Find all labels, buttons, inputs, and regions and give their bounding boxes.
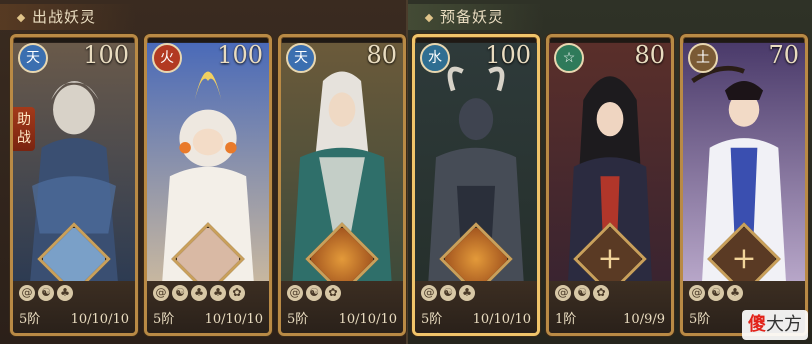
element-badge: 土 bbox=[688, 43, 718, 73]
swirl-icon: @ bbox=[421, 285, 437, 301]
card-footer: @ ☯ ✿ 5阶 10/10/10 bbox=[281, 281, 403, 333]
clover-icon: ♣ bbox=[191, 285, 207, 301]
trait-icons: @ ☯ ♣ ♣ ✿ bbox=[153, 285, 245, 303]
watermark: 傻大方 bbox=[742, 310, 808, 340]
tier-label: 5阶 bbox=[287, 312, 309, 327]
assist-tag: 助战 bbox=[13, 107, 35, 151]
yinyang-icon: ☯ bbox=[172, 285, 188, 301]
card-footer: @ ☯ ♣ 5阶 10/10/10 bbox=[13, 281, 135, 333]
clover-icon: ♣ bbox=[210, 285, 226, 301]
stats-label: 10/10/10 bbox=[204, 312, 263, 327]
power-value: 80 bbox=[366, 41, 397, 69]
element-badge: 水 bbox=[420, 43, 450, 73]
flower-icon: ✿ bbox=[325, 285, 341, 301]
trait-icons: @ ☯ ✿ bbox=[287, 285, 341, 303]
card-footer: @ ☯ ♣ 5阶 10/10/10 bbox=[415, 281, 537, 333]
element-badge: 天 bbox=[286, 43, 316, 73]
yinyang-icon: ☯ bbox=[38, 285, 54, 301]
swirl-icon: @ bbox=[19, 285, 35, 301]
spirit-card[interactable]: ☆ 80 + @ ☯ ✿ 1阶 10/9/9 bbox=[546, 34, 674, 336]
yinyang-icon: ☯ bbox=[440, 285, 456, 301]
element-badge: 天 bbox=[18, 43, 48, 73]
clover-icon: ♣ bbox=[57, 285, 73, 301]
power-value: 100 bbox=[83, 41, 129, 69]
spirit-card[interactable]: 天 80 @ ☯ ✿ 5阶 10/10/10 bbox=[278, 34, 406, 336]
yinyang-icon: ☯ bbox=[708, 285, 724, 301]
section-title-active: 出战妖灵 bbox=[0, 4, 137, 30]
stats-label: 10/10/10 bbox=[338, 312, 397, 327]
element-badge: 火 bbox=[152, 43, 182, 73]
trait-icons: @ ☯ ♣ bbox=[689, 285, 743, 303]
spirit-card[interactable]: 水 100 @ ☯ ♣ 5阶 10/10/10 bbox=[412, 34, 540, 336]
power-value: 80 bbox=[634, 41, 665, 69]
swirl-icon: @ bbox=[153, 285, 169, 301]
power-value: 70 bbox=[768, 41, 799, 69]
trait-icons: @ ☯ ♣ bbox=[19, 285, 73, 303]
card-footer: @ ☯ ♣ ♣ ✿ 5阶 10/10/10 bbox=[147, 281, 269, 333]
spirit-card[interactable]: 天 100 助战 @ ☯ ♣ 5阶 10/10/10 bbox=[10, 34, 138, 336]
power-value: 100 bbox=[485, 41, 531, 69]
trait-icons: @ ☯ ♣ bbox=[421, 285, 475, 303]
spirit-card[interactable]: 土 70 + @ ☯ ♣ 5阶 bbox=[680, 34, 808, 336]
card-footer: @ ☯ ✿ 1阶 10/9/9 bbox=[549, 281, 671, 333]
stats-label: 10/9/9 bbox=[623, 312, 665, 327]
tier-label: 5阶 bbox=[689, 312, 711, 327]
swirl-icon: @ bbox=[555, 285, 571, 301]
clover-icon: ♣ bbox=[727, 285, 743, 301]
stats-label: 10/10/10 bbox=[472, 312, 531, 327]
yinyang-icon: ☯ bbox=[306, 285, 322, 301]
spirit-card[interactable]: 火 100 @ ☯ ♣ ♣ ✿ 5阶 10/10/10 bbox=[144, 34, 272, 336]
tier-label: 5阶 bbox=[153, 312, 175, 327]
flower-icon: ✿ bbox=[229, 285, 245, 301]
swirl-icon: @ bbox=[287, 285, 303, 301]
power-value: 100 bbox=[217, 41, 263, 69]
section-title-reserve: 预备妖灵 bbox=[408, 4, 545, 30]
stats-label: 10/10/10 bbox=[70, 312, 129, 327]
clover-icon: ♣ bbox=[459, 285, 475, 301]
swirl-icon: @ bbox=[689, 285, 705, 301]
yinyang-icon: ☯ bbox=[574, 285, 590, 301]
flower-icon: ✿ bbox=[593, 285, 609, 301]
tier-label: 5阶 bbox=[19, 312, 41, 327]
tier-label: 1阶 bbox=[555, 312, 577, 327]
tier-label: 5阶 bbox=[421, 312, 443, 327]
element-badge: ☆ bbox=[554, 43, 584, 73]
trait-icons: @ ☯ ✿ bbox=[555, 285, 609, 303]
